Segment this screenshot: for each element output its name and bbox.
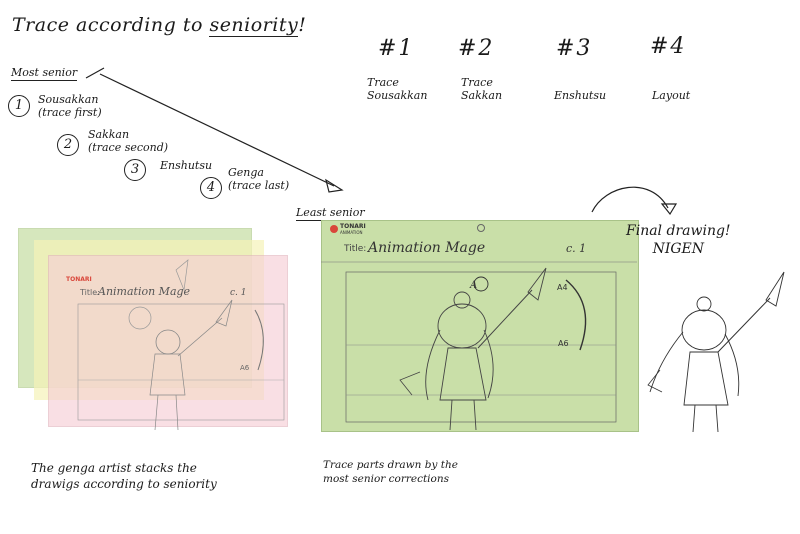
left-caption: The genga artist stacks the drawigs acco…: [31, 461, 217, 491]
middle-caption: Trace parts drawn by the most senior cor…: [323, 459, 458, 485]
final-drawing-sketch: [647, 271, 785, 433]
